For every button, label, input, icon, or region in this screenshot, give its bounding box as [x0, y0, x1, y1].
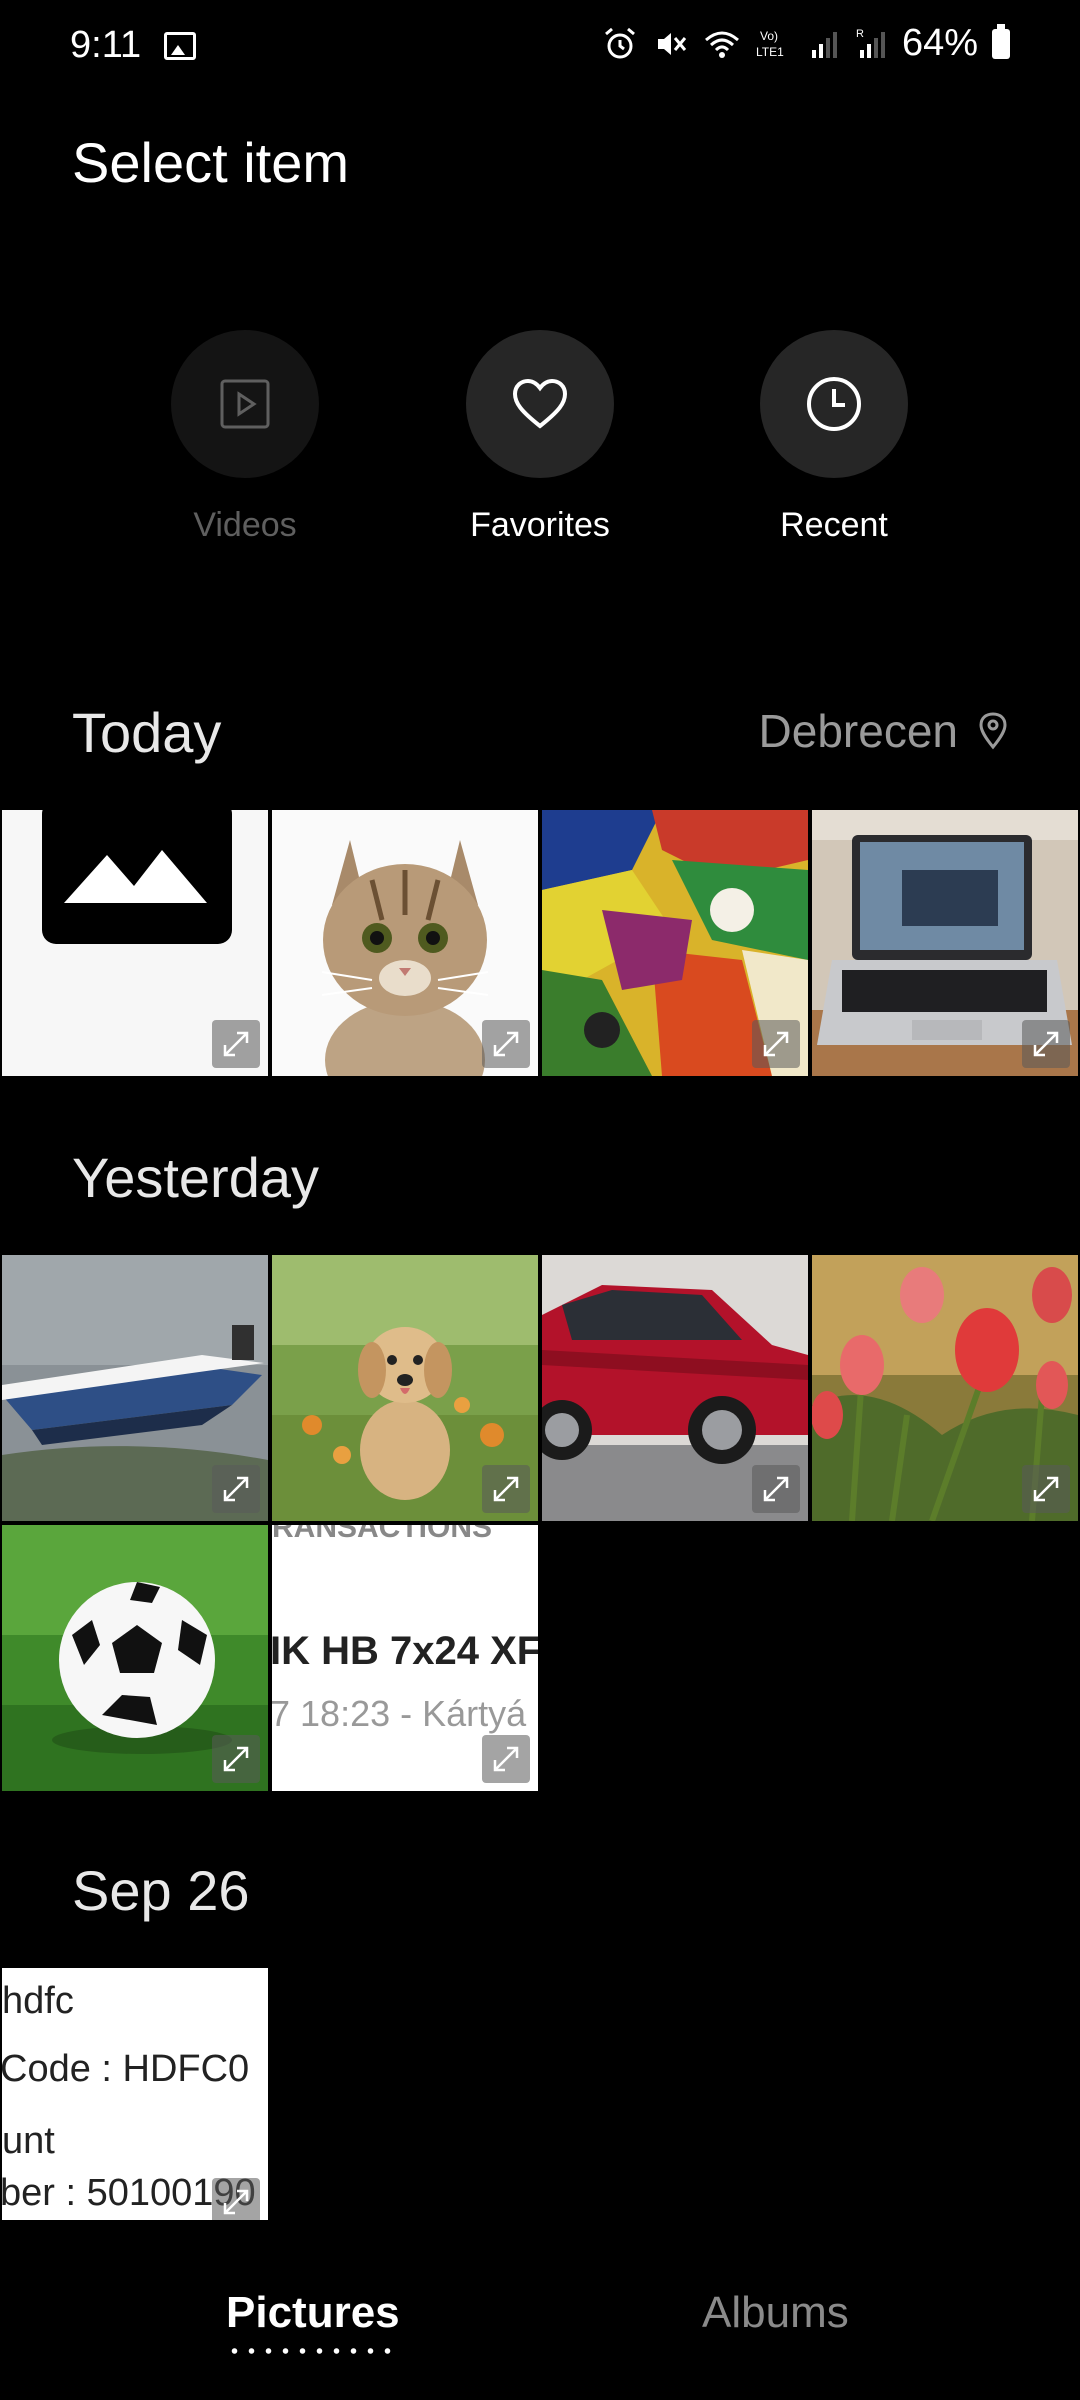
status-icons: Vo) LTE1 R 64% — [602, 22, 1010, 65]
expand-icon[interactable] — [212, 2178, 260, 2220]
heart-icon — [512, 378, 568, 429]
mute-icon — [657, 32, 687, 55]
section-title-yesterday: Yesterday — [72, 1146, 319, 1209]
page-title: Select item — [72, 131, 349, 194]
videos-label: Videos — [193, 506, 297, 544]
favorites-circle — [466, 330, 614, 478]
expand-icon[interactable] — [752, 1465, 800, 1513]
expand-icon[interactable] — [482, 1020, 530, 1068]
location-link[interactable]: Debrecen — [759, 704, 1008, 758]
svg-text:R: R — [856, 28, 864, 40]
videos-circle — [171, 330, 319, 478]
bank-text-line: hdfc — [2, 1980, 74, 2022]
quick-access-row: Videos Favorites Recent — [0, 330, 1080, 560]
gallery-notification-icon — [164, 32, 196, 60]
favorites-label: Favorites — [470, 506, 610, 544]
expand-icon[interactable] — [752, 1020, 800, 1068]
thumbnail-cat[interactable] — [272, 810, 538, 1076]
svg-text:LTE1: LTE1 — [756, 45, 784, 59]
signal-icon — [811, 31, 837, 58]
signal-roaming-icon: R — [856, 28, 885, 58]
location-pin-icon — [979, 712, 1007, 750]
status-bar: 9:11 Vo) LTE1 R 64% — [0, 0, 1080, 96]
expand-icon[interactable] — [1022, 1020, 1070, 1068]
section-title-sep-26: Sep 26 — [72, 1859, 250, 1922]
thumbnail-placeholder-image[interactable] — [2, 810, 268, 1076]
receipt-text-line: 7 18:23 - Kártyá — [272, 1693, 527, 1734]
thumbnail-tulips[interactable] — [812, 1255, 1078, 1521]
wifi-icon — [704, 31, 739, 58]
thumbnail-laptop[interactable] — [812, 810, 1078, 1076]
receipt-text-line: RANSACTIONS — [272, 1525, 493, 1544]
thumbnail-abstract-painting[interactable] — [542, 810, 808, 1076]
recent-label: Recent — [780, 506, 888, 544]
alarm-icon — [604, 27, 635, 58]
expand-icon[interactable] — [482, 1465, 530, 1513]
status-time: 9:11 — [70, 24, 142, 66]
expand-icon[interactable] — [482, 1735, 530, 1783]
receipt-text-line: IK HB 7x24 XF — [272, 1629, 538, 1673]
thumbnail-red-car[interactable] — [542, 1255, 808, 1521]
bank-text-line: Code : HDFC0 — [2, 2048, 250, 2090]
videos-button[interactable]: Videos — [135, 330, 355, 545]
recent-button[interactable]: Recent — [724, 330, 944, 545]
location-label: Debrecen — [758, 705, 958, 757]
play-square-icon — [220, 379, 270, 429]
tab-albums[interactable]: Albums — [702, 2288, 849, 2338]
tab-active-indicator — [226, 2348, 396, 2354]
expand-icon[interactable] — [212, 1465, 260, 1513]
bank-text-line: unt — [2, 2120, 55, 2162]
thumbnail-boat[interactable] — [2, 1255, 268, 1521]
thumbnail-puppy[interactable] — [272, 1255, 538, 1521]
section-title-today: Today — [72, 701, 222, 764]
clock-icon — [807, 377, 861, 431]
expand-icon[interactable] — [212, 1735, 260, 1783]
recent-circle — [760, 330, 908, 478]
volte-icon: Vo) LTE1 — [756, 29, 784, 59]
tab-pictures[interactable]: Pictures — [226, 2288, 400, 2338]
thumbnail-receipt-screenshot[interactable]: RANSACTIONS IK HB 7x24 XF 7 18:23 - Kárt… — [272, 1525, 538, 1791]
favorites-button[interactable]: Favorites — [430, 330, 650, 545]
svg-text:Vo): Vo) — [760, 29, 778, 43]
battery-icon — [992, 23, 1010, 59]
battery-percent: 64% — [901, 22, 978, 64]
expand-icon[interactable] — [212, 1020, 260, 1068]
expand-icon[interactable] — [1022, 1465, 1070, 1513]
thumbnail-bank-details-screenshot[interactable]: hdfc Code : HDFC0 unt ber : 50100190 — [2, 1968, 268, 2220]
thumbnail-soccer-ball[interactable] — [2, 1525, 268, 1791]
bottom-tab-bar: Pictures Albums — [0, 2240, 1080, 2400]
